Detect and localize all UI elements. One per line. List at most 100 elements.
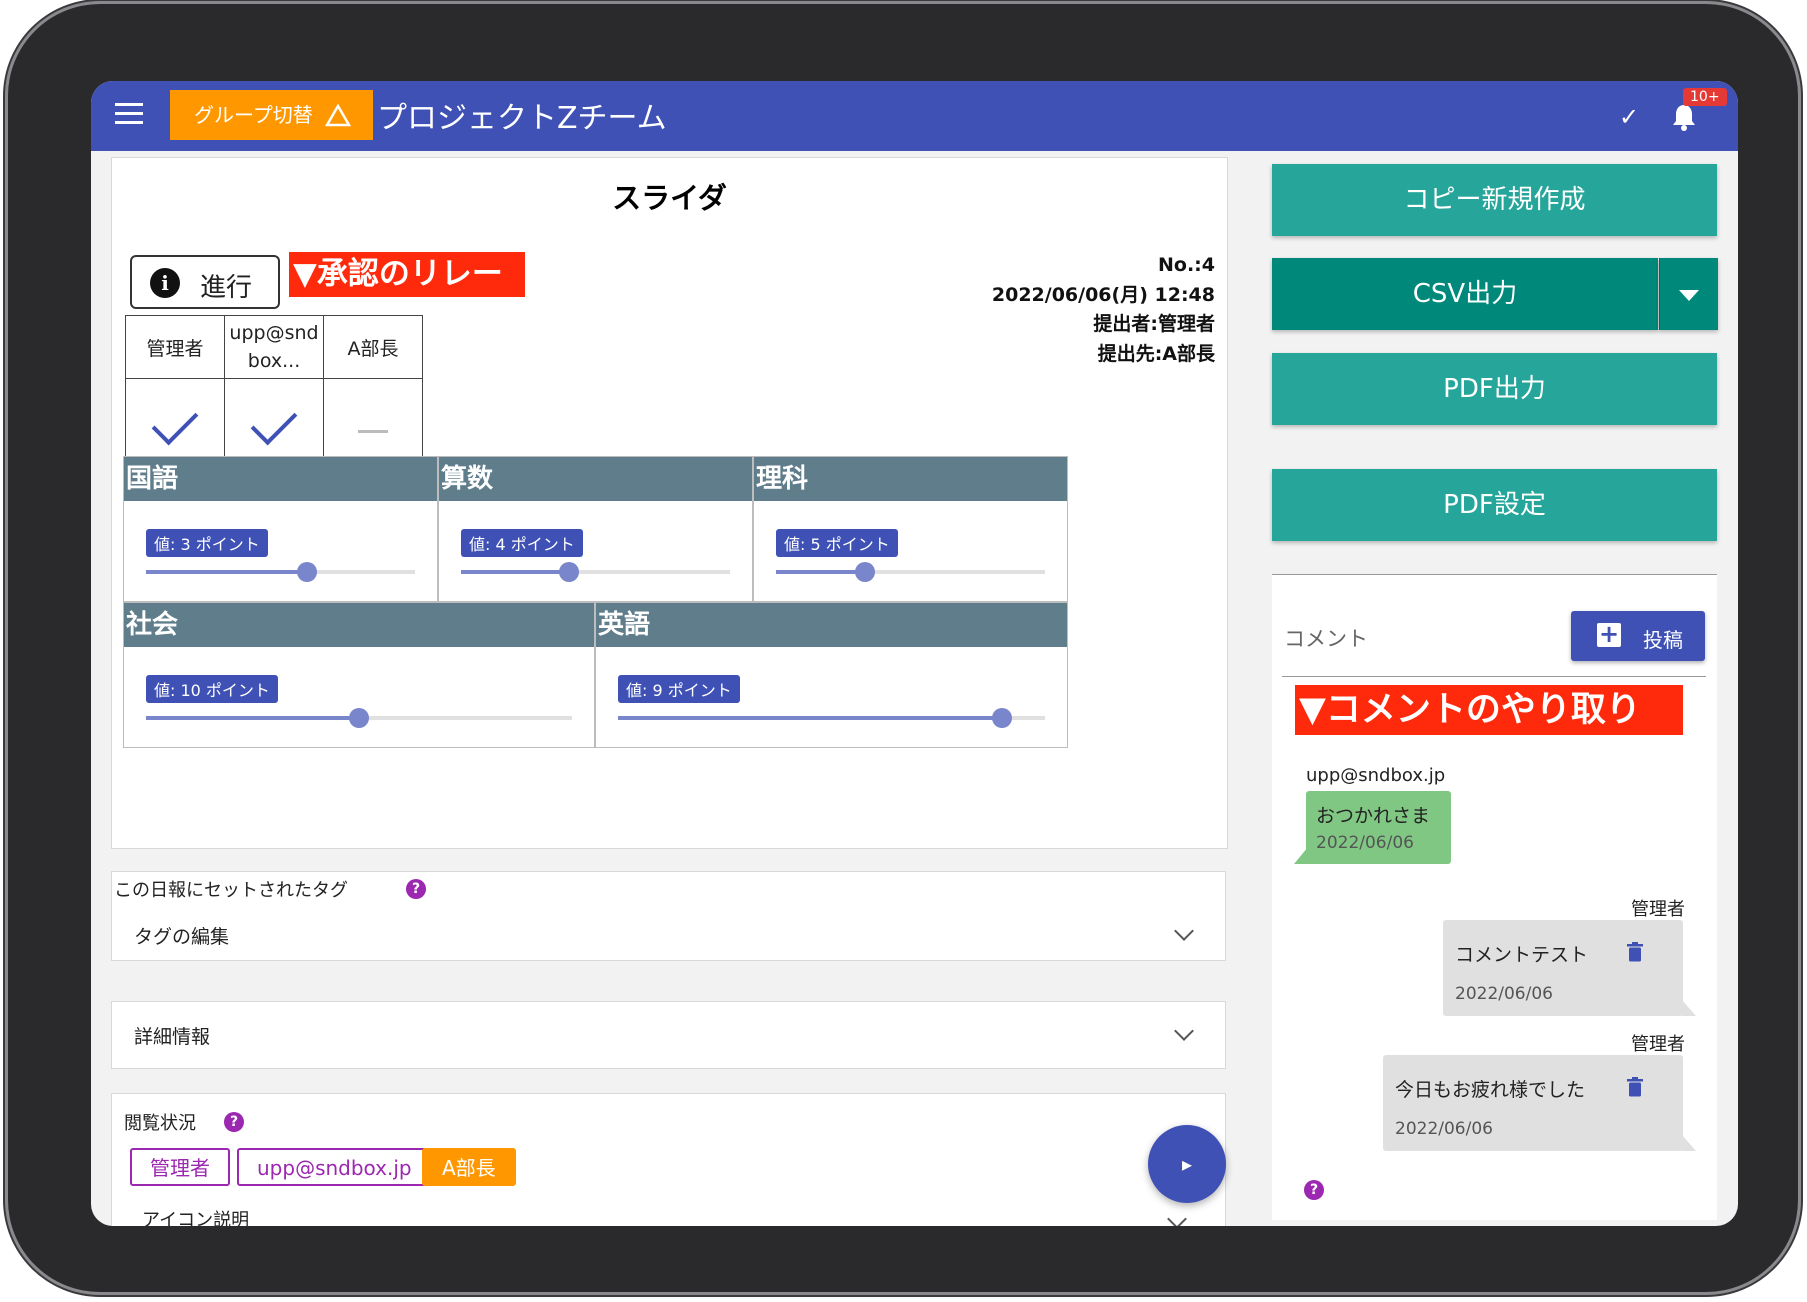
slider[interactable] [618,708,1045,728]
comment-text: おつかれさま [1316,805,1431,827]
report-number: No.:4 [1158,254,1215,276]
dash-icon [358,430,388,433]
report-title: スライダ [612,181,727,215]
trash-icon[interactable] [1627,1077,1643,1097]
slider-thumb[interactable] [297,562,318,582]
pdf-settings-button[interactable]: PDF設定 [1272,469,1717,541]
csv-dropdown-button[interactable] [1659,258,1718,330]
details-panel[interactable]: 詳細情報 [111,1001,1226,1069]
divider [1282,676,1706,677]
help-icon[interactable]: ? [406,879,426,899]
caret-down-icon [1679,290,1699,301]
value-chip: 値: 10 ポイント [146,675,278,703]
icon-help-label[interactable]: アイコン説明 [142,1206,249,1226]
post-comment-button[interactable]: + 投稿 [1571,611,1705,661]
slider-thumb[interactable] [558,562,579,582]
status-button[interactable]: i 進行 [130,255,280,309]
slider-fill [776,570,865,574]
report-submitter: 提出者:管理者 [1093,313,1215,335]
menu-icon[interactable] [115,103,143,129]
reader-chip: A部長 [422,1148,516,1186]
subject-card: 英語 値: 9 ポイント [595,602,1068,748]
app-screen: グループ切替 プロジェクトZチーム ✓ 10+ スライダ i 進行 ▼承認のリレ… [91,81,1738,1226]
views-heading: 閲覧状況 [124,1113,196,1134]
comment-date: 2022/06/06 [1316,833,1414,853]
app-title: プロジェクトZチーム [377,101,667,136]
tags-heading: この日報にセットされたタグ [114,880,348,901]
group-switch-button[interactable]: グループ切替 [170,90,373,140]
check-icon [250,398,298,445]
subject-card: 国語 値: 3 ポイント [123,456,438,602]
slider[interactable] [146,562,415,582]
subject-header: 理科 [754,457,1067,501]
slider-fill [146,570,308,574]
post-label: 投稿 [1643,628,1683,652]
report-meta: No.:4 2022/06/06(月) 12:48 提出者:管理者 提出先:A部… [992,251,1215,369]
comment-bubble: おつかれさま 2022/06/06 [1306,791,1451,864]
report-card: スライダ i 進行 ▼承認のリレー No.:4 2022/06/06(月) 12… [111,157,1228,849]
approver-name: A部長 [323,315,423,379]
comment-exchange-annotation: ▼コメントのやり取り [1295,685,1683,735]
chevron-down-icon[interactable] [1167,1209,1187,1226]
tablet-bezel: グループ切替 プロジェクトZチーム ✓ 10+ スライダ i 進行 ▼承認のリレ… [8,4,1798,1292]
slider[interactable] [146,708,572,728]
group-switch-label: グループ切替 [194,103,313,127]
trash-icon[interactable] [1627,942,1643,962]
slider[interactable] [461,562,730,582]
chevron-down-icon[interactable] [1174,921,1194,941]
csv-export-button[interactable]: CSV出力 [1272,258,1658,330]
subject-header: 算数 [439,457,752,501]
report-recipient: 提出先:A部長 [1097,342,1215,365]
details-label: 詳細情報 [134,1026,211,1048]
tag-edit-label[interactable]: タグの編集 [134,922,229,949]
approver-name: upp@sndbox... [224,315,324,379]
subject-header: 社会 [124,603,594,647]
value-chip: 値: 4 ポイント [461,529,583,557]
check-icon[interactable]: ✓ [1619,103,1639,131]
subject-card: 理科 値: 5 ポイント [753,456,1068,602]
notification-badge: 10+ [1683,88,1727,106]
chevron-down-icon[interactable] [1174,1021,1194,1041]
next-fab-button[interactable]: ▸ [1148,1125,1226,1203]
slider-fill [618,716,1003,720]
bubble-tail [1682,1000,1696,1016]
bell-icon[interactable] [1671,103,1697,131]
copy-new-button[interactable]: コピー新規作成 [1272,164,1717,236]
warning-icon [325,104,351,127]
approval-relay-annotation: ▼承認のリレー [289,252,525,297]
check-icon [151,398,199,445]
comment-author: 管理者 [1631,899,1685,920]
value-chip: 値: 3 ポイント [146,529,268,557]
comment-author: upp@sndbox.jp [1306,765,1446,786]
approver-name: 管理者 [125,315,225,379]
slider-fill [461,570,569,574]
help-icon[interactable]: ? [224,1112,244,1132]
subject-card: 社会 値: 10 ポイント [123,602,595,748]
comments-panel: コメント + 投稿 ▼コメントのやり取り upp@sndbox.jp おつかれさ… [1272,574,1717,1220]
slider-thumb[interactable] [854,562,875,582]
slider-thumb[interactable] [349,708,369,728]
slider-thumb[interactable] [992,708,1013,728]
bubble-tail [1294,847,1308,864]
add-comment-icon: + [1597,620,1621,648]
comment-date: 2022/06/06 [1455,984,1553,1004]
value-chip: 値: 5 ポイント [776,529,898,557]
comment-text: 今日もお疲れ様でした [1395,1079,1586,1101]
reader-chip: upp@sndbox.jp [237,1148,432,1186]
subject-card: 算数 値: 4 ポイント [438,456,753,602]
reader-chip: 管理者 [130,1148,230,1186]
help-icon[interactable]: ? [1304,1180,1324,1200]
value-chip: 値: 9 ポイント [618,675,740,703]
top-app-bar: グループ切替 プロジェクトZチーム ✓ 10+ [91,81,1738,151]
comment-text: コメントテスト [1455,944,1589,966]
comment-author: 管理者 [1631,1034,1685,1055]
comment-bubble: コメントテスト 2022/06/06 [1443,920,1683,1016]
pdf-export-button[interactable]: PDF出力 [1272,353,1717,425]
info-icon: i [150,268,180,298]
slider[interactable] [776,562,1045,582]
chevron-right-icon: ▸ [1181,1152,1193,1176]
approval-table: 管理者 upp@sndbox... A部長 [125,315,423,476]
comments-heading: コメント [1284,627,1368,651]
report-datetime: 2022/06/06(月) 12:48 [991,283,1215,306]
tags-panel: この日報にセットされたタグ ? タグの編集 [111,871,1226,961]
